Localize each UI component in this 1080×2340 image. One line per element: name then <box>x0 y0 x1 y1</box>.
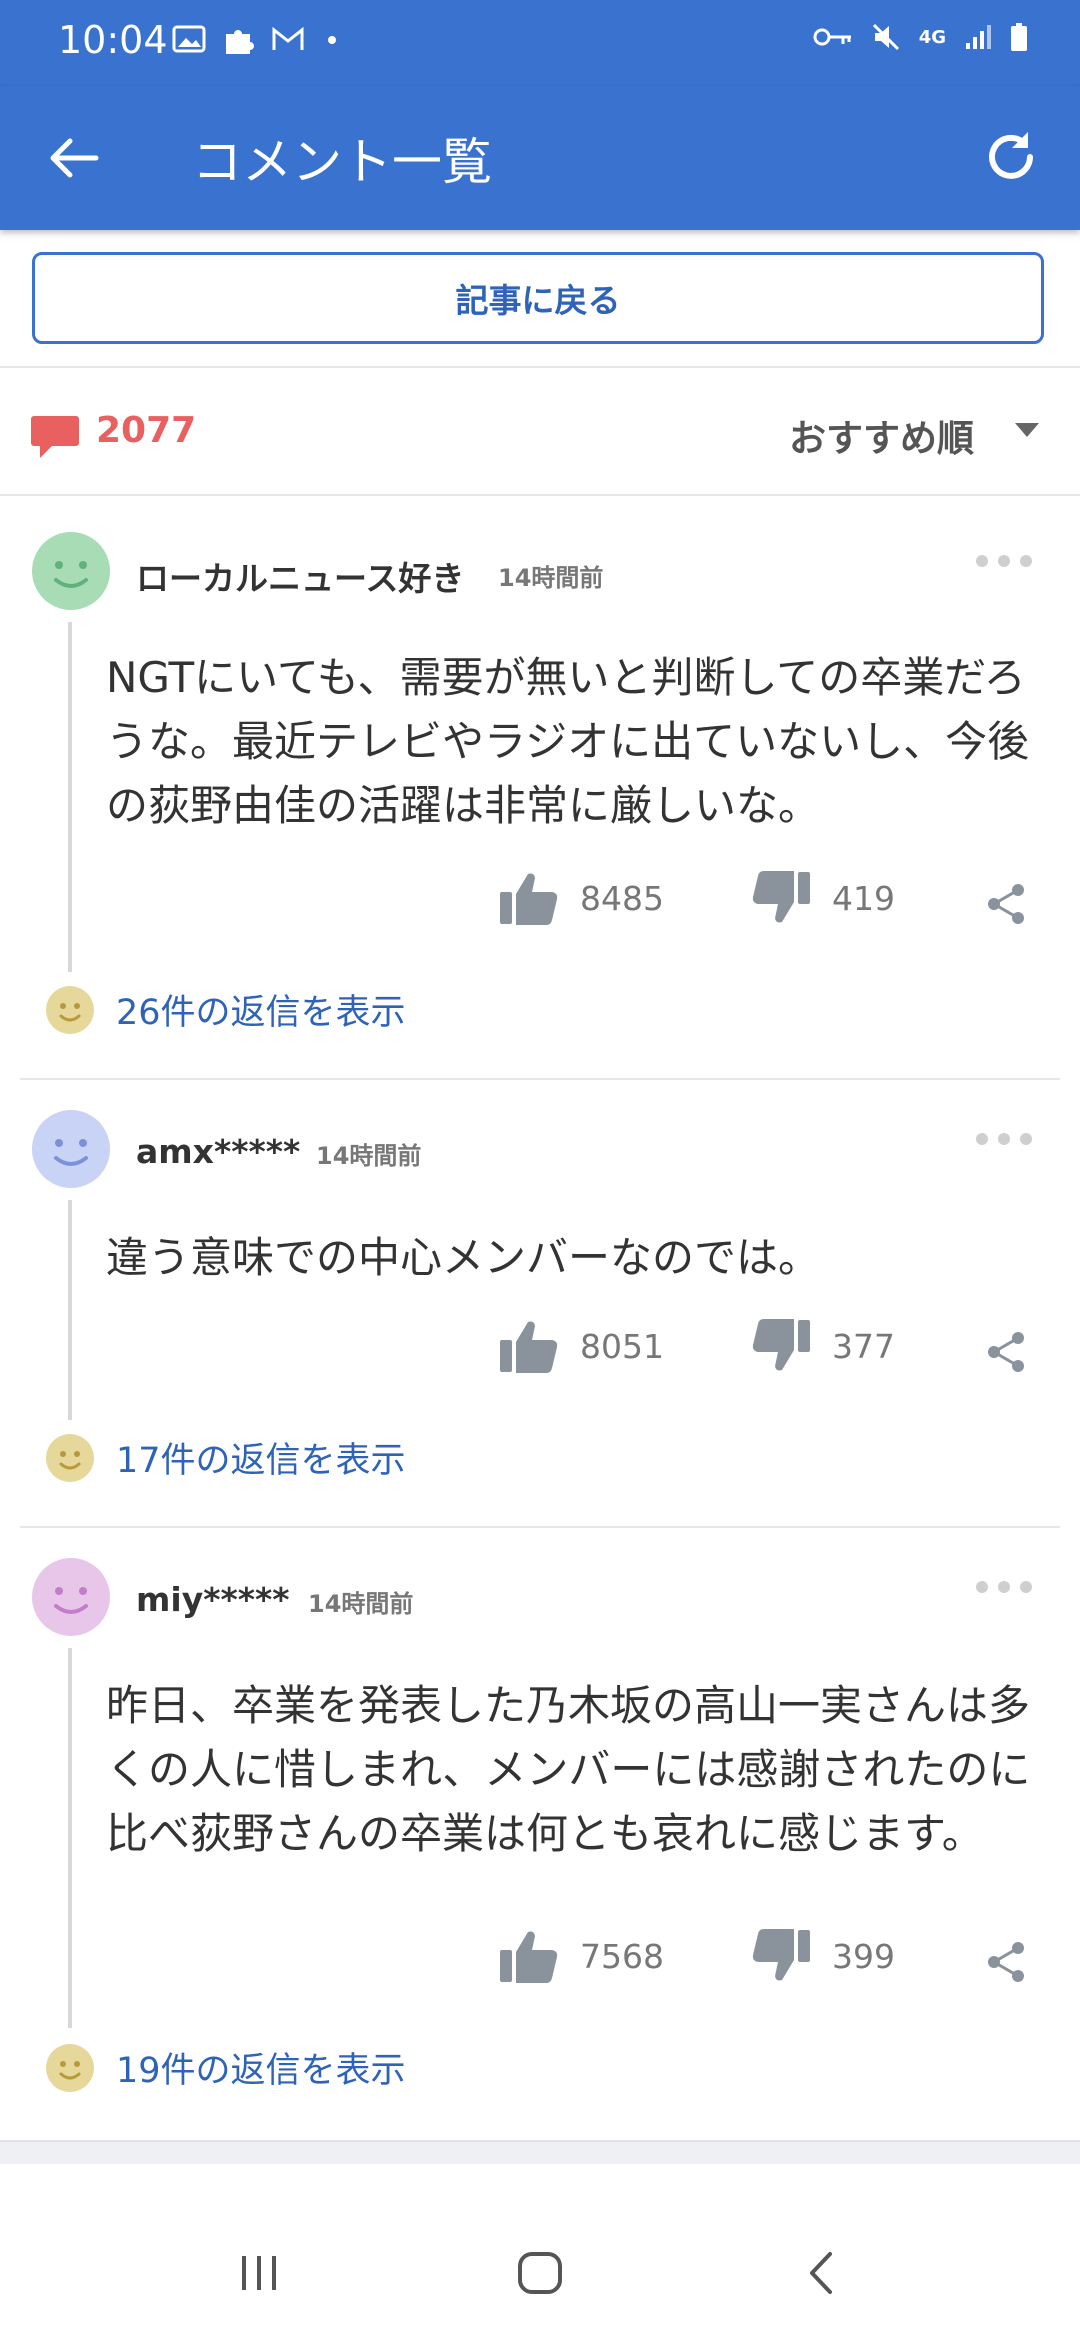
status-time: 10:04 <box>58 18 168 62</box>
app-bar: コメント一覧 <box>0 86 1080 230</box>
comment-text: 違う意味での中心メンバーなのでは。 <box>106 1233 821 1282</box>
replies-label: 26件の返信を表示 <box>116 993 406 1033</box>
section-separator <box>0 2140 1080 2164</box>
thumbs-down-icon <box>752 871 810 923</box>
dislike-count: 377 <box>832 1326 895 1366</box>
comment-card: miy***** 14時間前 昨日、卒業を発表した乃木坂の高山一実さんは多くの人… <box>0 1528 1080 2140</box>
recent-apps-icon[interactable] <box>236 2250 282 2296</box>
show-replies-link[interactable]: 26件の返信を表示 <box>46 984 406 1035</box>
network-label: 4G <box>918 26 946 48</box>
thumbs-up-icon <box>500 1931 558 1983</box>
like-count: 8051 <box>580 1326 664 1366</box>
more-options-icon[interactable] <box>976 1133 1032 1145</box>
image-icon <box>172 25 206 53</box>
back-arrow-icon[interactable] <box>42 126 106 190</box>
page-title: コメント一覧 <box>192 133 492 191</box>
comment-bubble-icon <box>31 416 79 458</box>
like-count: 8485 <box>580 878 664 918</box>
thumbs-up-icon <box>500 873 558 925</box>
share-icon[interactable] <box>984 1330 1028 1374</box>
puzzle-icon <box>226 30 254 54</box>
thumbs-up-icon <box>500 1321 558 1373</box>
system-icons: 4G <box>813 22 1028 52</box>
more-options-icon[interactable] <box>976 1581 1032 1593</box>
comment-username[interactable]: amx***** <box>136 1132 300 1171</box>
comment-count: 2077 <box>96 410 197 451</box>
divider <box>0 366 1080 368</box>
dislike-count: 399 <box>832 1936 895 1976</box>
back-nav-icon[interactable] <box>800 2250 846 2296</box>
back-to-article-button[interactable]: 記事に戻る <box>32 252 1044 344</box>
sort-select[interactable]: おすすめ順 <box>789 408 974 462</box>
share-icon[interactable] <box>984 1940 1028 1984</box>
smiley-avatar-icon <box>32 1110 110 1188</box>
avatar[interactable] <box>32 532 110 610</box>
avatar[interactable] <box>32 1558 110 1636</box>
comment-card: ローカルニュース好き 14時間前 NGTにいても、需要が無いと判断しての卒業だろ… <box>0 500 1080 1080</box>
comment-username[interactable]: ローカルニュース好き <box>136 552 464 600</box>
smiley-avatar-icon <box>32 1558 110 1636</box>
comment-time: 14時間前 <box>498 564 604 592</box>
home-icon[interactable] <box>516 2250 564 2296</box>
like-button[interactable]: 8051 <box>498 1318 664 1374</box>
comment-header: 2077 おすすめ順 <box>0 370 1080 490</box>
comment-actions: 8485 419 <box>0 870 1080 940</box>
show-replies-link[interactable]: 19件の返信を表示 <box>46 2042 406 2093</box>
reply-face-icon <box>46 1433 94 1482</box>
key-icon <box>813 28 851 46</box>
battery-icon <box>1011 23 1027 51</box>
avatar[interactable] <box>32 1110 110 1188</box>
like-count: 7568 <box>580 1936 664 1976</box>
signal-icon <box>966 25 991 49</box>
dislike-button[interactable]: 377 <box>750 1318 895 1374</box>
chevron-down-icon[interactable] <box>1012 420 1042 440</box>
refresh-icon[interactable] <box>978 124 1044 190</box>
comment-username[interactable]: miy***** <box>136 1580 290 1619</box>
comment-text: NGTにいても、需要が無いと判断しての卒業だろうな。最近テレビやラジオに出ていな… <box>106 653 1030 830</box>
comment-text: 昨日、卒業を発表した乃木坂の高山一実さんは多くの人に惜しまれ、メンバーには感謝さ… <box>106 1681 1031 1858</box>
system-nav-bar <box>0 2210 1080 2340</box>
like-button[interactable]: 8485 <box>498 870 664 926</box>
comment-time: 14時間前 <box>308 1590 414 1618</box>
show-replies-link[interactable]: 17件の返信を表示 <box>46 1432 406 1483</box>
notification-icons <box>172 24 342 56</box>
more-options-icon[interactable] <box>976 555 1032 567</box>
replies-label: 19件の返信を表示 <box>116 2051 406 2091</box>
mute-icon <box>872 23 899 51</box>
dislike-button[interactable]: 419 <box>750 870 895 926</box>
divider <box>0 494 1080 496</box>
thumbs-down-icon <box>752 1929 810 1981</box>
comment-actions: 7568 399 <box>0 1928 1080 1998</box>
reply-face-icon <box>46 985 94 1034</box>
thumbs-down-icon <box>752 1319 810 1371</box>
smiley-avatar-icon <box>32 532 110 610</box>
share-icon[interactable] <box>984 882 1028 926</box>
gmail-icon <box>272 26 304 50</box>
like-button[interactable]: 7568 <box>498 1928 664 1984</box>
dot-icon <box>328 36 336 44</box>
comment-card: amx***** 14時間前 違う意味での中心メンバーなのでは。 8051 37… <box>0 1080 1080 1528</box>
comment-actions: 8051 377 <box>0 1318 1080 1388</box>
comment-time: 14時間前 <box>316 1142 422 1170</box>
dislike-count: 419 <box>832 878 895 918</box>
reply-face-icon <box>46 2043 94 2092</box>
status-bar: 10:04 4G <box>0 0 1080 86</box>
replies-label: 17件の返信を表示 <box>116 1441 406 1481</box>
dislike-button[interactable]: 399 <box>750 1928 895 1984</box>
